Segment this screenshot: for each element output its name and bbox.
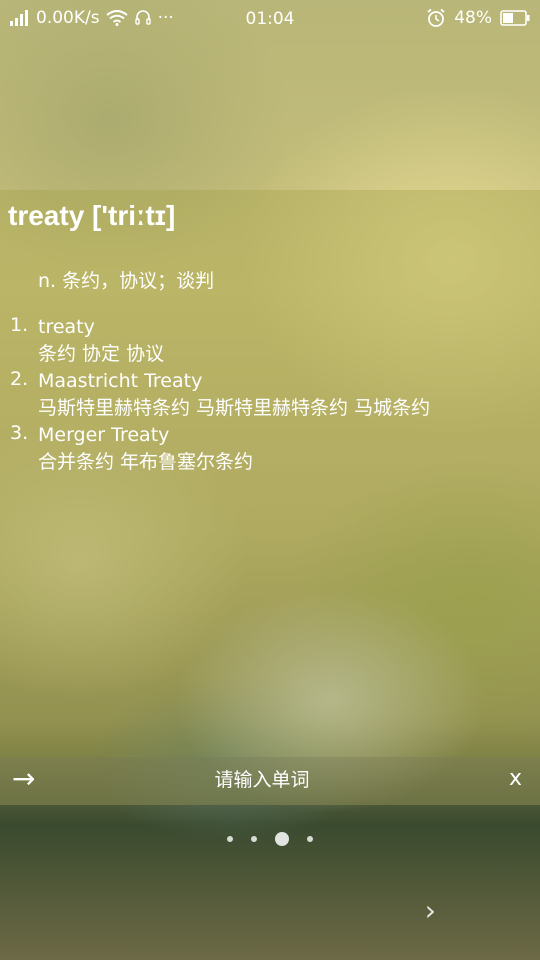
- page-dot[interactable]: [307, 836, 313, 842]
- battery-icon: [500, 10, 530, 26]
- arrow-right-button[interactable]: →: [12, 762, 35, 795]
- definition: n. 条约，协议；谈判: [38, 270, 215, 292]
- close-button[interactable]: x: [509, 766, 522, 791]
- phrase-translation: 马斯特里赫特条约 马斯特里赫特条约 马城条约: [38, 397, 431, 419]
- phrase-term: Merger Treaty: [38, 424, 170, 446]
- phrase-term: Maastricht Treaty: [38, 370, 203, 392]
- chevron-right-icon[interactable]: ›: [425, 894, 436, 927]
- status-bar: 0.00K/s ··· 01:04 48%: [0, 0, 540, 38]
- page-dot-active[interactable]: [275, 832, 289, 846]
- search-input[interactable]: [140, 764, 384, 796]
- phrase-number: 2.: [10, 368, 29, 390]
- page-indicator: [0, 832, 540, 846]
- phrase-number: 1.: [10, 314, 29, 336]
- phrase-term: treaty: [38, 316, 95, 338]
- alarm-icon: [426, 8, 446, 28]
- phrase-list: 1. treaty 条约 协定 协议 2. Maastricht Treaty …: [10, 314, 430, 476]
- phrase-translation: 合并条约 年布鲁塞尔条约: [38, 451, 254, 473]
- status-right: 48%: [426, 8, 530, 28]
- phrase-item: 1. treaty 条约 协定 协议: [10, 314, 430, 368]
- headword: treaty ['triːtɪ]: [8, 200, 176, 231]
- battery-percent: 48%: [454, 8, 492, 28]
- phrase-translation: 条约 协定 协议: [38, 343, 165, 365]
- phrase-item: 2. Maastricht Treaty 马斯特里赫特条约 马斯特里赫特条约 马…: [10, 368, 430, 422]
- page-dot[interactable]: [227, 836, 233, 842]
- phrase-item: 3. Merger Treaty 合并条约 年布鲁塞尔条约: [10, 422, 430, 476]
- phrase-number: 3.: [10, 422, 29, 444]
- page-dot[interactable]: [251, 836, 257, 842]
